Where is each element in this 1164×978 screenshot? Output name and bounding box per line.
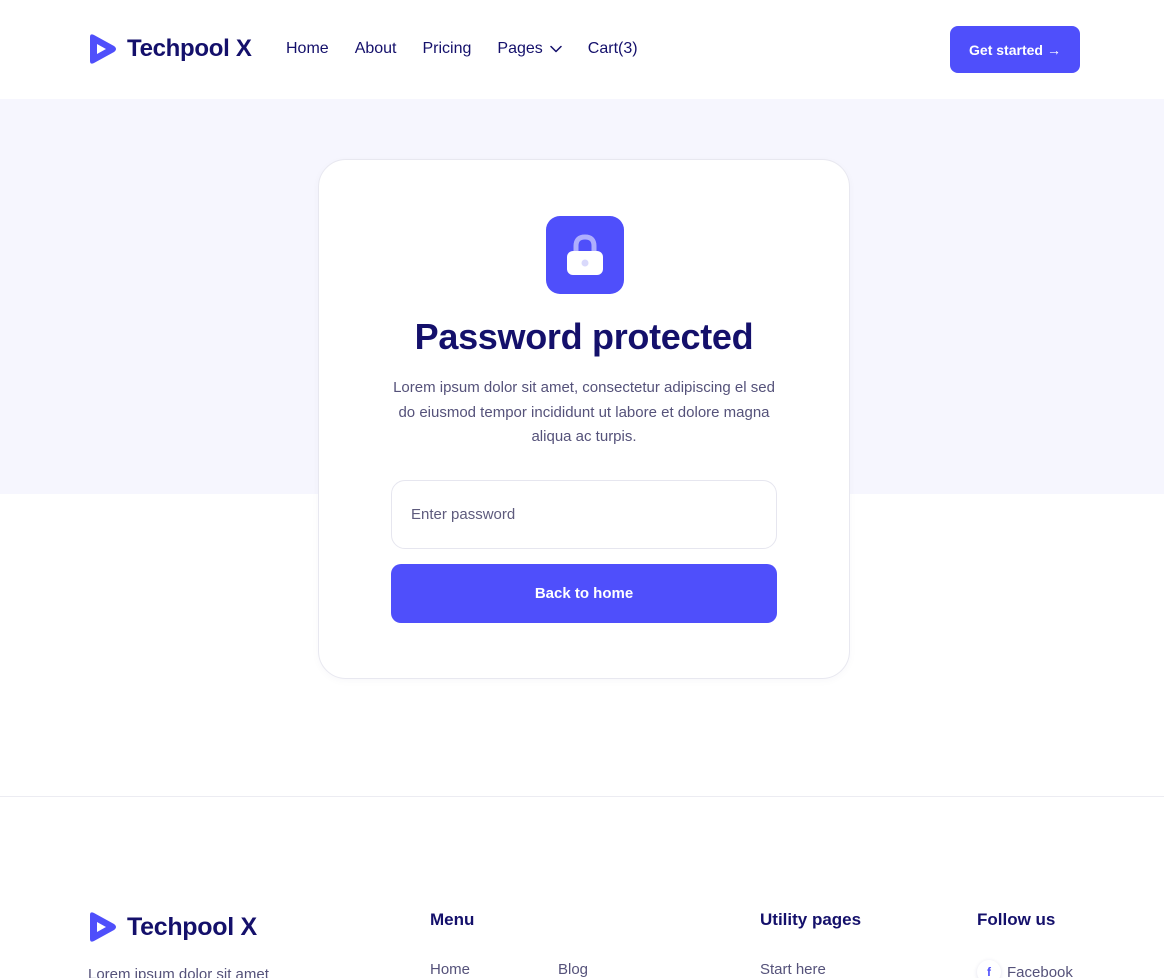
- back-to-home-button[interactable]: Back to home: [391, 564, 777, 623]
- nav-home[interactable]: Home: [286, 40, 329, 58]
- nav-cart[interactable]: Cart(3): [588, 40, 638, 58]
- footer-brand-logo[interactable]: Techpool X: [88, 911, 257, 943]
- brand-name: Techpool X: [127, 35, 252, 62]
- footer-utility-heading: Utility pages: [760, 910, 862, 929]
- footer-link-start-here[interactable]: Start here: [760, 961, 826, 978]
- footer-brand-name: Techpool X: [127, 912, 257, 941]
- site-header: Techpool X Home About Pricing Pages Cart…: [0, 0, 1164, 99]
- footer-link-blog[interactable]: Blog: [558, 961, 588, 978]
- brand-logo[interactable]: Techpool X: [88, 33, 252, 65]
- footer-tagline: Lorem ipsum dolor sit amet: [88, 966, 269, 978]
- nav-about[interactable]: About: [355, 40, 397, 58]
- facebook-label: Facebook: [1007, 963, 1073, 978]
- footer-social-facebook[interactable]: f Facebook: [977, 960, 1073, 978]
- lock-icon: [567, 234, 603, 275]
- nav-pages-dropdown[interactable]: Pages: [497, 40, 562, 58]
- password-input[interactable]: [391, 480, 777, 549]
- footer-menu-heading: Menu: [430, 910, 475, 929]
- play-logo-icon: [90, 912, 116, 942]
- nav-pricing[interactable]: Pricing: [423, 40, 472, 58]
- get-started-button[interactable]: Get started →: [950, 26, 1080, 73]
- footer-divider: [0, 796, 1164, 797]
- main-nav: Home About Pricing Pages Cart(3): [286, 40, 664, 58]
- get-started-label: Get started: [969, 41, 1043, 58]
- chevron-down-icon: [550, 45, 562, 53]
- play-logo-icon: [90, 34, 116, 64]
- password-card: Password protected Lorem ipsum dolor sit…: [318, 159, 850, 679]
- card-description: Lorem ipsum dolor sit amet, consectetur …: [393, 379, 775, 445]
- footer-follow-heading: Follow us: [977, 910, 1056, 929]
- lock-tile: [546, 216, 624, 294]
- nav-pages-label: Pages: [497, 40, 543, 57]
- footer-link-home[interactable]: Home: [430, 961, 470, 978]
- facebook-icon: f: [977, 960, 1001, 978]
- page-title: Password protected: [414, 316, 754, 357]
- arrow-right-icon: →: [1046, 41, 1061, 58]
